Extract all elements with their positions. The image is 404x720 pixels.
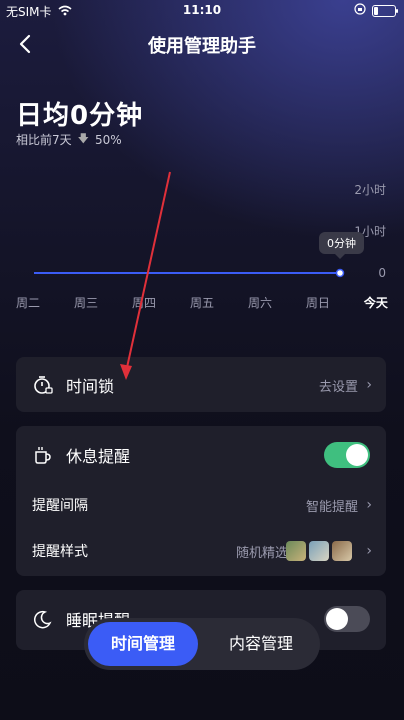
style-thumbnail <box>332 541 352 561</box>
orientation-lock-icon <box>354 3 366 18</box>
chevron-right-icon: › <box>366 497 372 513</box>
y-tick-label: 2小时 <box>354 183 386 197</box>
chevron-right-icon: › <box>366 543 372 559</box>
data-point-today <box>335 268 345 278</box>
reminder-style-label: 提醒样式 <box>32 544 88 560</box>
nav-bar: 使用管理助手 <box>0 28 404 60</box>
x-tick-label: 周五 <box>189 296 214 310</box>
style-thumbnail <box>286 541 306 561</box>
x-tick-label: 周六 <box>247 296 272 310</box>
y-tick-label: 0 <box>378 266 386 280</box>
x-tick-label: 今天 <box>363 296 388 310</box>
time-lock-action: 去设置 <box>318 379 358 395</box>
x-tick-label: 周日 <box>305 296 330 310</box>
reminder-style-row[interactable]: 提醒样式 随机精选 › <box>16 540 386 562</box>
time-lock-label: 时间锁 <box>66 377 115 396</box>
page-title: 使用管理助手 <box>148 36 256 57</box>
x-tick-label: 周三 <box>73 296 98 310</box>
reminder-style-value: 随机精选 <box>235 545 288 561</box>
x-tick-label: 周二 <box>16 296 41 310</box>
reminder-interval-label: 提醒间隔 <box>32 498 88 514</box>
rest-reminder-label: 休息提醒 <box>66 447 131 466</box>
chart-tooltip: 0分钟 <box>319 232 364 259</box>
sleep-reminder-toggle[interactable] <box>324 606 370 632</box>
coffee-cup-icon <box>32 444 54 466</box>
tab-time-management[interactable]: 时间管理 <box>88 622 198 666</box>
battery-icon <box>372 4 398 17</box>
arrow-down-icon: 🡇 <box>77 132 89 145</box>
daily-average: 日均0分钟 <box>16 101 144 131</box>
rest-reminder-card: 休息提醒 提醒间隔 智能提醒 › 提醒样式 随机精选 › <box>16 426 386 576</box>
rest-reminder-toggle[interactable] <box>324 442 370 468</box>
x-tick-label: 周四 <box>131 296 156 310</box>
compare-change: 50% <box>94 132 122 147</box>
style-thumbnail <box>309 541 329 561</box>
bottom-tab-bar: 时间管理 内容管理 <box>84 618 320 670</box>
compare-row: 相比前7天 🡇 50% <box>16 130 122 149</box>
compare-label: 相比前7天 <box>16 133 72 147</box>
reminder-interval-row[interactable]: 提醒间隔 智能提醒 › <box>16 494 386 516</box>
reminder-interval-value: 智能提醒 <box>305 499 358 515</box>
moon-icon <box>32 608 54 630</box>
tab-content-management[interactable]: 内容管理 <box>206 622 316 666</box>
rest-reminder-row: 休息提醒 <box>16 442 386 468</box>
reminder-style-thumbnails <box>286 541 352 561</box>
stopwatch-lock-icon <box>32 374 54 396</box>
time-lock-card[interactable]: 时间锁 去设置 › <box>16 357 386 412</box>
status-bar: 无SIM卡 11:10 <box>0 0 404 20</box>
chevron-right-icon: › <box>366 377 372 393</box>
status-time: 11:10 <box>182 3 222 17</box>
chart-x-axis: 周二 周三 周四 周五 周六 周日 今天 <box>16 294 388 311</box>
time-lock-row[interactable]: 时间锁 去设置 › <box>16 373 386 397</box>
